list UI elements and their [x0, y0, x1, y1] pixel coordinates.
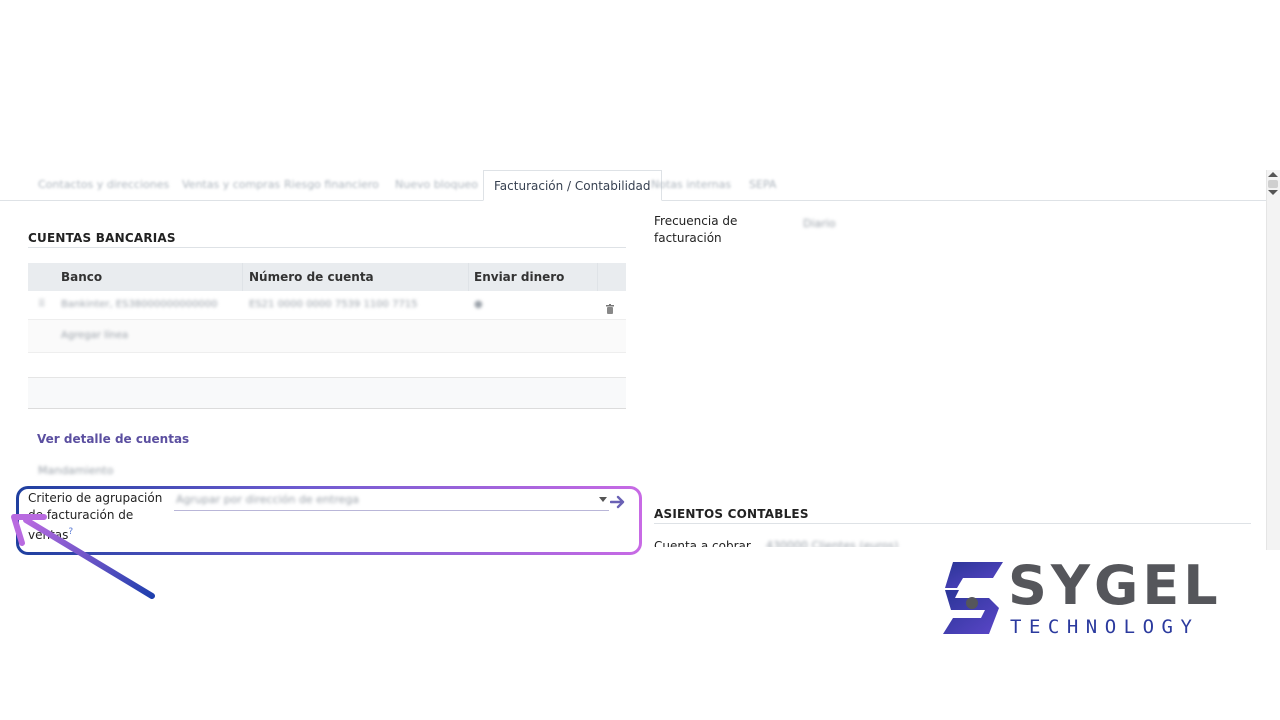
billing-frequency-label: Frecuencia de facturación	[654, 213, 737, 247]
section-divider	[654, 523, 1251, 524]
grouping-criteria-select[interactable]: Agrupar por dirección de entrega	[176, 493, 476, 506]
section-divider	[28, 247, 626, 248]
scroll-down-icon[interactable]	[1268, 190, 1278, 195]
trash-icon[interactable]	[606, 299, 614, 314]
pointer-arrow-icon	[11, 514, 155, 599]
table-row[interactable]: ⠿ Bankinter, ES38000000000000 ES21 0000 …	[28, 291, 626, 320]
scroll-thumb[interactable]	[1268, 180, 1278, 188]
notebook-tabs: Contactos y direcciones Ventas y compras…	[0, 170, 1266, 201]
table-footer	[28, 377, 626, 409]
tab-new-block[interactable]: Nuevo bloqueo	[395, 170, 478, 200]
vertical-scrollbar[interactable]	[1266, 170, 1280, 550]
account-number-cell[interactable]: ES21 0000 0000 7539 1100 7715	[249, 291, 418, 319]
add-line-link[interactable]: Agregar línea	[61, 320, 128, 352]
send-money-toggle[interactable]: ●	[474, 291, 483, 319]
select-underline	[174, 510, 609, 511]
internal-link-arrow-icon[interactable]	[609, 494, 626, 509]
column-separator	[468, 263, 469, 291]
receivable-account-label: Cuenta a cobrar	[654, 539, 751, 547]
column-send-money[interactable]: Enviar dinero	[474, 263, 564, 291]
tab-billing-accounting[interactable]: Facturación / Contabilidad	[483, 170, 662, 201]
bank-accounts-title: CUENTAS BANCARIAS	[28, 231, 176, 245]
chevron-down-icon[interactable]	[599, 497, 607, 502]
column-separator	[597, 263, 598, 291]
bank-cell[interactable]: Bankinter, ES38000000000000	[61, 291, 218, 319]
bank-table-header: Banco Número de cuenta Enviar dinero	[28, 263, 626, 291]
sygel-logo-mark-icon	[943, 562, 1003, 634]
tab-sales-purchases[interactable]: Ventas y compras	[182, 170, 280, 200]
view-account-details-link[interactable]: Ver detalle de cuentas	[37, 432, 189, 446]
drag-handle-icon[interactable]: ⠿	[38, 291, 45, 319]
column-bank[interactable]: Banco	[61, 263, 102, 291]
column-separator	[242, 263, 243, 291]
logo-tagline: TECHNOLOGY	[1010, 616, 1200, 638]
mandate-field-label: Mandamiento	[38, 464, 114, 477]
frequency-label-line: facturación	[654, 231, 722, 245]
receivable-account-value[interactable]: 430000 Clientes (euros)	[766, 539, 898, 547]
column-account-number[interactable]: Número de cuenta	[249, 263, 374, 291]
tab-financial-risk[interactable]: Riesgo financiero	[284, 170, 379, 200]
tab-sepa[interactable]: SEPA	[749, 170, 776, 200]
scroll-up-icon[interactable]	[1268, 172, 1278, 177]
frequency-label-line: Frecuencia de	[654, 214, 738, 228]
tab-internal-notes[interactable]: Notas internas	[651, 170, 731, 200]
logo-name: SYGEL	[1008, 554, 1222, 617]
accounting-entries-title: ASIENTOS CONTABLES	[654, 507, 809, 521]
billing-frequency-value[interactable]: Diario	[803, 217, 836, 230]
add-line-row: Agregar línea	[28, 320, 626, 353]
tab-contacts[interactable]: Contactos y direcciones	[38, 170, 169, 200]
receivable-account-row: Cuenta a cobrar 430000 Clientes (euros)	[654, 538, 1264, 547]
